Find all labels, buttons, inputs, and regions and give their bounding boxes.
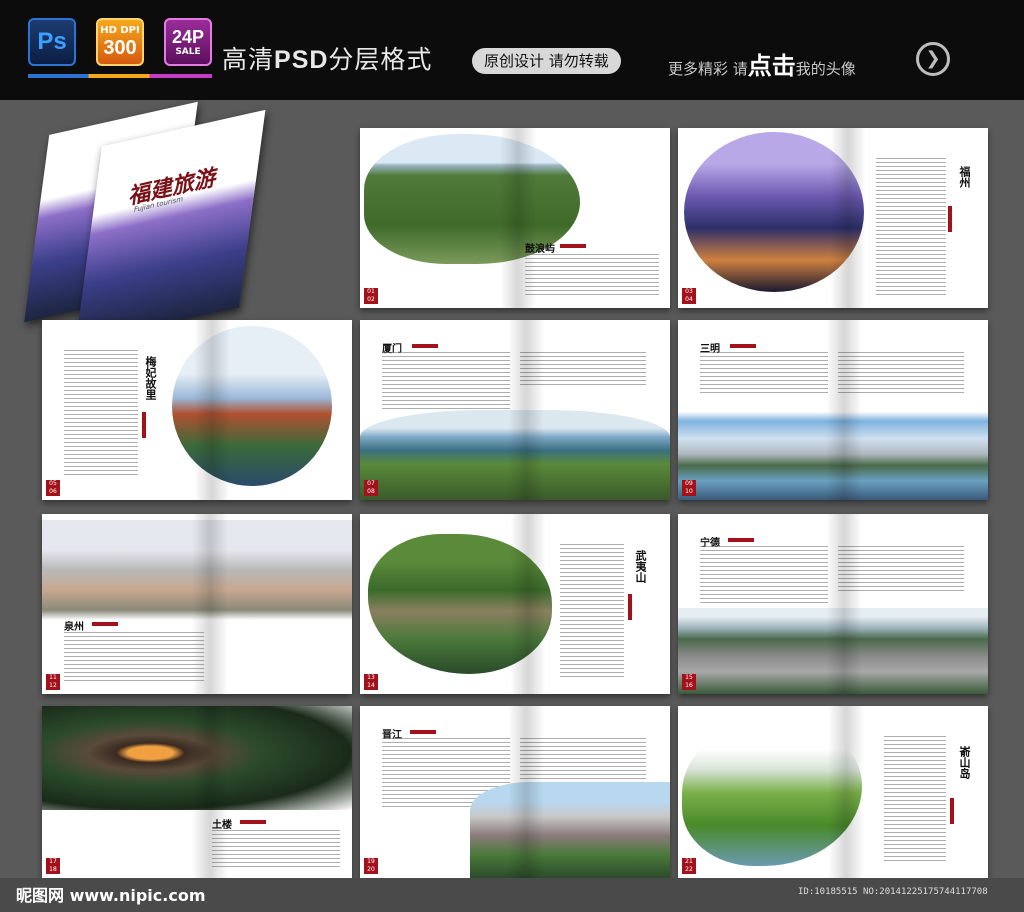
more-prefix: 更多精彩 请 (668, 60, 748, 78)
arrow-right-icon[interactable]: ❯ (916, 42, 950, 76)
spread-quanzhou: 泉州 11 12 (42, 514, 352, 694)
site-logo: 昵图网 www.nipic.com (16, 886, 206, 905)
image-id: ID:10185515 NO:20141225175744117708 (798, 887, 988, 897)
more-suffix: 我的头像 (795, 60, 856, 78)
hd-dpi-label: HD DPI (100, 25, 140, 36)
section-title: 泉州 (64, 622, 84, 633)
page-number: 13 14 (364, 674, 378, 690)
page-number: 05 06 (46, 480, 60, 496)
pages-count: 24P (171, 27, 205, 47)
section-title: 福州 (958, 166, 971, 188)
ps-label: Ps (37, 28, 67, 55)
page-number: 19 20 (364, 858, 378, 874)
title-prefix: 高清 (222, 45, 275, 74)
spread-xiamen: 厦门 07 08 (360, 320, 670, 500)
section-title: 土楼 (212, 820, 232, 831)
page-number: 03 04 (682, 288, 696, 304)
photo-jinjiang (470, 782, 670, 878)
photoshop-icon: Ps (28, 18, 76, 66)
original-design-pill: 原创设计 请勿转载 (472, 48, 621, 74)
spread-ningde: 宁德 15 16 (678, 514, 988, 694)
spread-fuzhou: 福州 03 04 (678, 128, 988, 308)
spread-wuyishan: 武夷山 13 14 (360, 514, 670, 694)
dpi-value: 300 (103, 37, 137, 59)
color-stripe (28, 74, 212, 78)
click-label: 点击 (747, 52, 796, 80)
section-title: 嵛山岛 (958, 746, 971, 779)
cover-front: 福建旅游 Fujian tourism (75, 109, 266, 345)
section-title: 梅妃故里 (144, 356, 157, 400)
more-link[interactable]: 更多精彩 请点击我的头像 (668, 46, 856, 81)
sale-label: SALE (175, 47, 201, 57)
spread-meifei: 梅妃故里 05 06 (42, 320, 352, 500)
page-number: 17 18 (46, 858, 60, 874)
page-number: 21 22 (682, 858, 696, 874)
banner-title: 高清PSD分层格式 (222, 40, 432, 76)
spread-yushandao: 嵛山岛 21 22 (678, 706, 988, 878)
top-banner: Ps HD DPI 300 24P SALE 高清PSD分层格式 原创设计 请勿… (0, 0, 1024, 100)
section-title: 鼓浪屿 (525, 244, 555, 255)
page-number: 11 12 (46, 674, 60, 690)
title-psd: PSD (274, 46, 329, 74)
page-number: 07 08 (364, 480, 378, 496)
spread-jinjiang: 晋江 19 20 (360, 706, 670, 878)
page-number: 15 16 (682, 674, 696, 690)
page-number: 09 10 (682, 480, 696, 496)
hd-dpi-badge: HD DPI 300 (96, 18, 144, 66)
section-title: 武夷山 (634, 550, 647, 583)
title-suffix: 分层格式 (328, 45, 433, 74)
page-number: 01 02 (364, 288, 378, 304)
spread-sanming: 三明 09 10 (678, 320, 988, 500)
pages-badge: 24P SALE (164, 18, 212, 66)
spread-tulou: 土楼 17 18 (42, 706, 352, 878)
spread-gulangyu: 鼓浪屿 01 02 (360, 128, 670, 308)
